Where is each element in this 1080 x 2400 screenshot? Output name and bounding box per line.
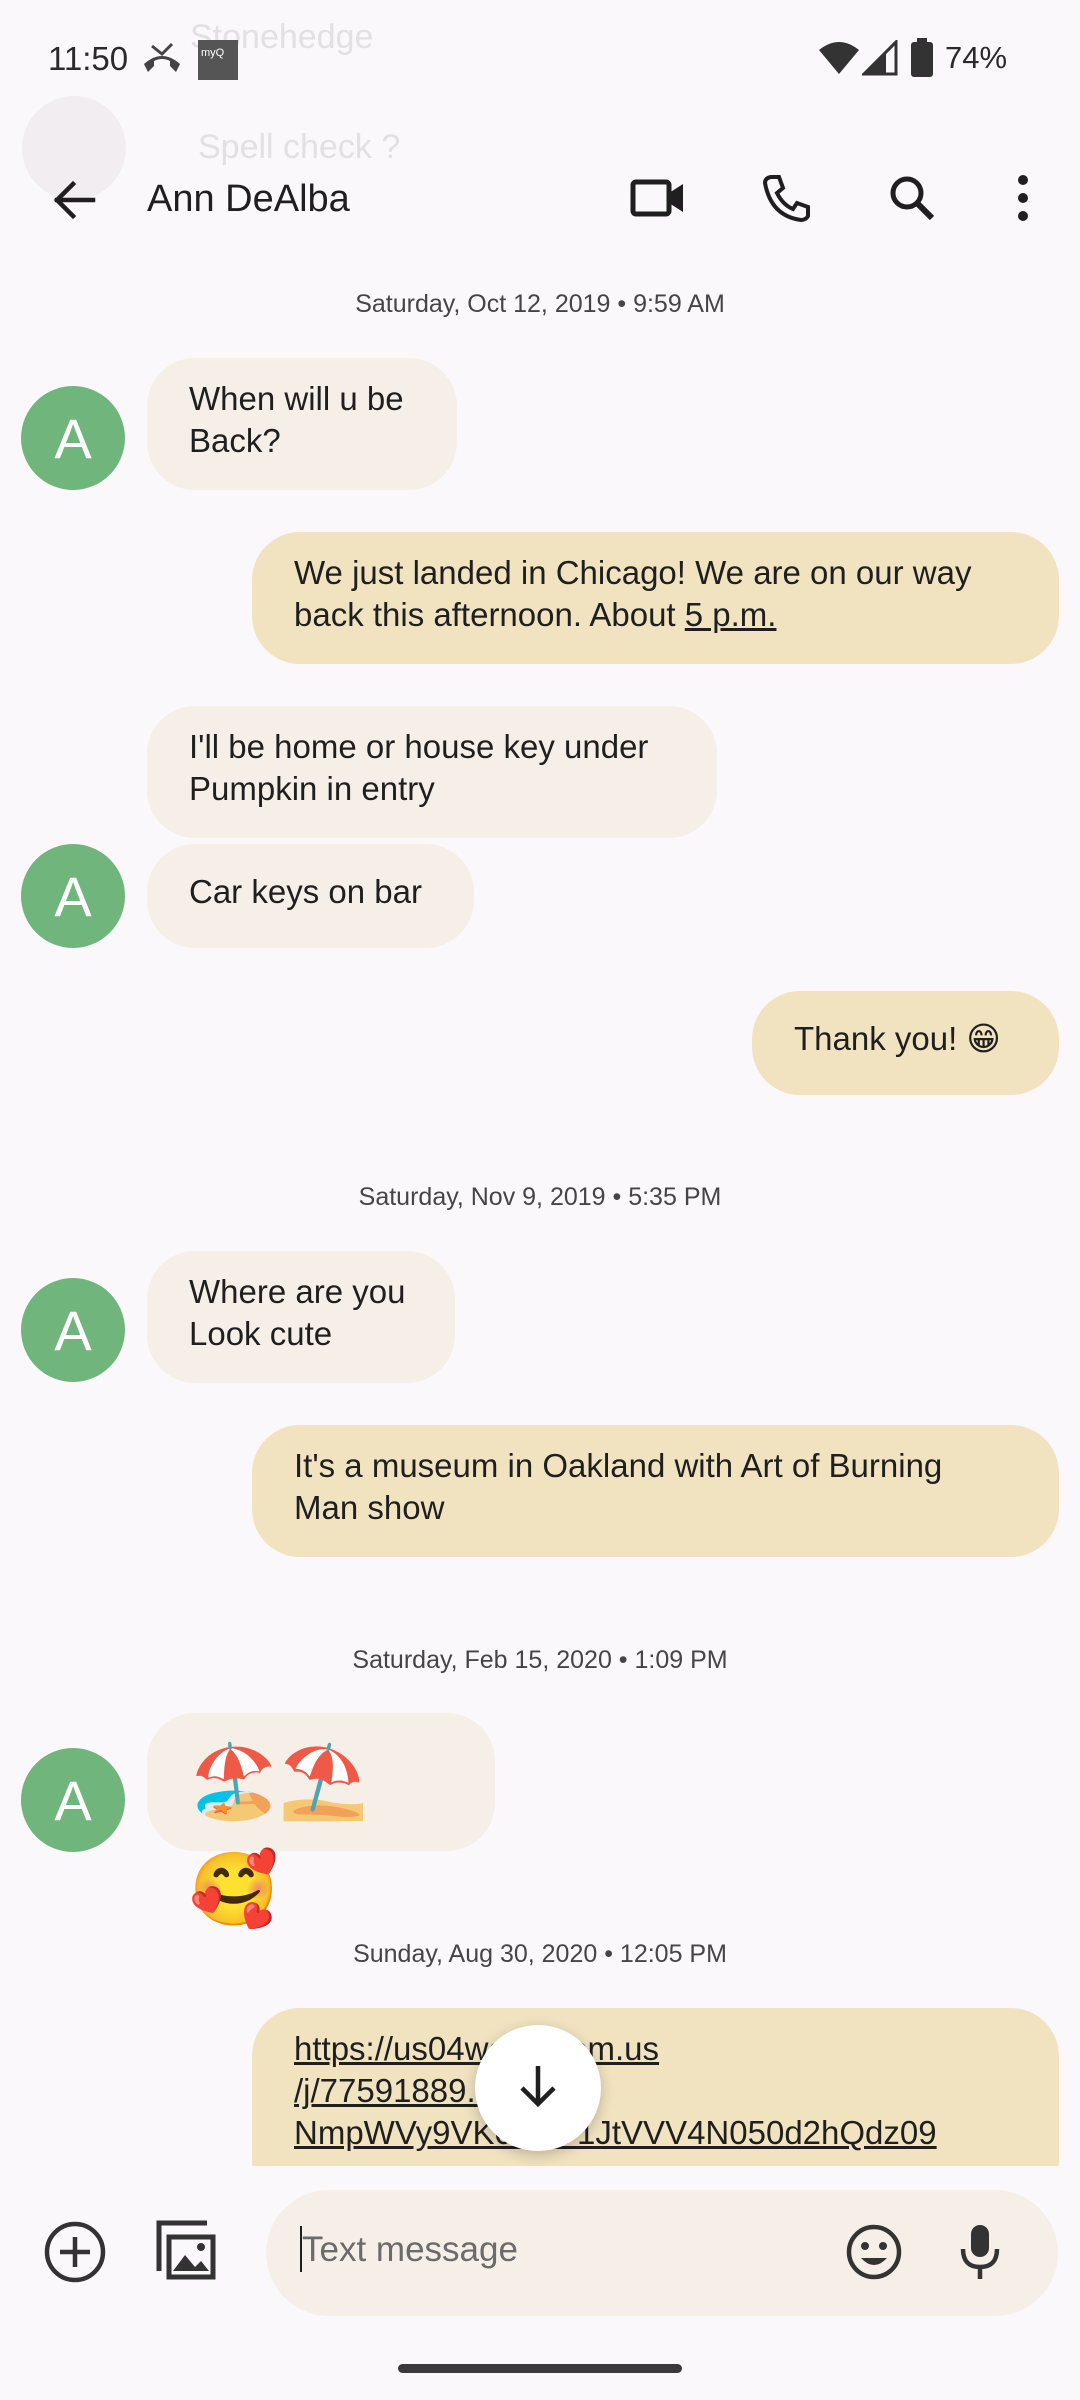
- message-text: We just landed in Chicago! We are on our…: [294, 554, 972, 591]
- more-vert-icon: [1017, 174, 1029, 226]
- message-text: Pumpkin in entry: [189, 770, 435, 807]
- avatar[interactable]: A: [21, 386, 125, 490]
- outgoing-message[interactable]: It's a museum in Oakland with Art of Bur…: [252, 1425, 1059, 1557]
- message-text: I'll be home or house key under: [189, 728, 649, 765]
- message-text: Where are you: [189, 1273, 406, 1310]
- gesture-navigation-bar[interactable]: [398, 2364, 682, 2373]
- date-separator: Sunday, Aug 30, 2020 • 12:05 PM: [353, 1940, 727, 1968]
- gallery-icon: [153, 2217, 219, 2288]
- missed-call-icon: [140, 42, 184, 83]
- status-time: 11:50: [48, 40, 129, 77]
- messages-screen: Stonehedge Spell check ? 11:50 myQ 74% A…: [0, 0, 1080, 2400]
- app-bar: Ann DeAlba: [0, 150, 1080, 254]
- date-separator: Saturday, Feb 15, 2020 • 1:09 PM: [352, 1646, 728, 1674]
- status-bar: 11:50 myQ 74%: [0, 0, 1080, 120]
- voice-input-button[interactable]: [940, 2214, 1020, 2294]
- phone-call-button[interactable]: [746, 160, 826, 240]
- battery-percent: 74%: [945, 40, 1008, 75]
- incoming-message[interactable]: When will u be Back?: [147, 358, 457, 490]
- url-link[interactable]: /j/77591889...wd=: [294, 2070, 1017, 2112]
- myq-app-icon: myQ: [198, 40, 238, 85]
- add-attachment-button[interactable]: [35, 2214, 115, 2294]
- outgoing-message[interactable]: We just landed in Chicago! We are on our…: [252, 532, 1059, 664]
- time-link[interactable]: 5 p.m.: [685, 596, 777, 633]
- emoji-text: 🏖️⛱️🥰: [189, 1739, 369, 1931]
- message-placeholder: Text message: [302, 2230, 518, 2269]
- back-button[interactable]: [34, 162, 114, 242]
- video-call-icon: [630, 178, 686, 223]
- message-text: back this afternoon. About: [294, 596, 685, 633]
- avatar[interactable]: A: [21, 1748, 125, 1852]
- add-circle-icon: [44, 2221, 106, 2288]
- message-text: Back?: [189, 422, 281, 459]
- signal-icon: [860, 38, 898, 81]
- outgoing-message[interactable]: https://us04web.zoom.us /j/77591889...wd…: [252, 2008, 1059, 2166]
- date-separator: Saturday, Oct 12, 2019 • 9:59 AM: [355, 290, 725, 318]
- emoji-button[interactable]: [834, 2214, 914, 2294]
- message-text: Thank you! 😁: [794, 1020, 1001, 1057]
- more-options-button[interactable]: [983, 160, 1063, 240]
- message-text: It's a museum in Oakland with Art of Bur…: [294, 1447, 943, 1484]
- date-separator: Saturday, Nov 9, 2019 • 5:35 PM: [358, 1183, 722, 1211]
- incoming-message[interactable]: I'll be home or house key under Pumpkin …: [147, 706, 717, 838]
- wifi-icon: [818, 40, 860, 81]
- message-text: When will u be: [189, 380, 404, 417]
- message-text: Car keys on bar: [189, 873, 422, 910]
- search-icon: [888, 174, 936, 227]
- battery-icon: [910, 38, 934, 83]
- gallery-button[interactable]: [146, 2212, 226, 2292]
- back-arrow-icon: [51, 177, 97, 228]
- message-text: Look cute: [189, 1315, 333, 1352]
- arrow-down-icon: [518, 2064, 558, 2113]
- emoji-icon: [846, 2224, 902, 2285]
- search-button[interactable]: [872, 160, 952, 240]
- video-call-button[interactable]: [618, 160, 698, 240]
- outgoing-message[interactable]: Thank you! 😁: [752, 991, 1059, 1095]
- avatar[interactable]: A: [21, 1278, 125, 1382]
- emoji-message: 🏖️⛱️🥰: [189, 1727, 453, 1943]
- message-text: Man show: [294, 1489, 445, 1526]
- phone-icon: [761, 173, 811, 228]
- avatar[interactable]: A: [21, 844, 125, 948]
- url-link[interactable]: https://us04web.zoom.us: [294, 2028, 1017, 2070]
- scroll-to-bottom-button[interactable]: [475, 2025, 601, 2151]
- svg-text:myQ: myQ: [201, 47, 225, 59]
- incoming-message[interactable]: 🏖️⛱️🥰: [147, 1713, 495, 1931]
- mic-icon: [958, 2223, 1002, 2286]
- incoming-message[interactable]: Where are you Look cute: [147, 1251, 455, 1383]
- contact-name[interactable]: Ann DeAlba: [147, 178, 350, 221]
- incoming-message[interactable]: Car keys on bar: [147, 844, 474, 948]
- url-link[interactable]: NmpWVy9VK0NnV1JtVVV4N050d2hQdz09: [294, 2112, 1017, 2154]
